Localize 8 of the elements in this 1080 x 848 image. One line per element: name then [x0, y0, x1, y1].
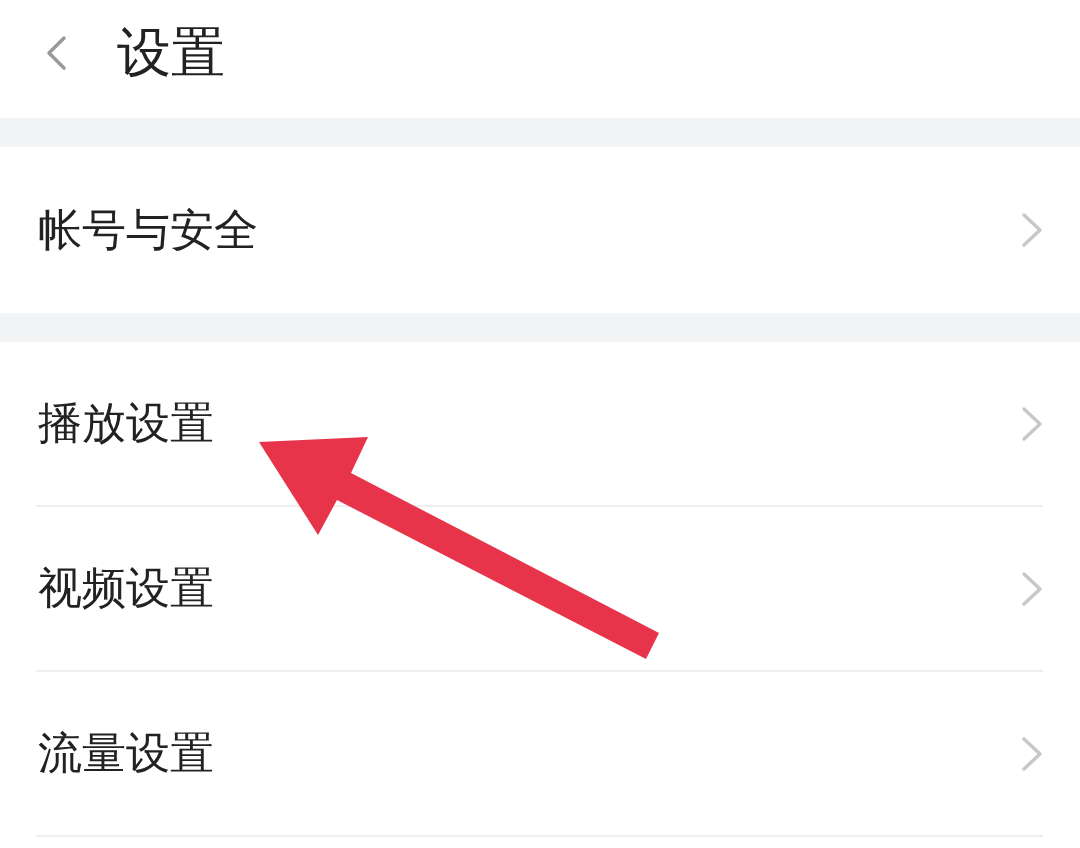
back-button[interactable] — [45, 35, 67, 71]
page-title: 设置 — [117, 23, 225, 83]
chevron-right-icon — [1021, 570, 1043, 607]
settings-item[interactable]: 流量设置 — [36, 672, 1043, 837]
chevron-right-icon — [1021, 212, 1043, 248]
settings-item[interactable]: 帐号与安全 — [36, 147, 1043, 313]
chevron-right-icon — [1021, 735, 1043, 772]
chevron-right-icon — [1021, 405, 1043, 442]
